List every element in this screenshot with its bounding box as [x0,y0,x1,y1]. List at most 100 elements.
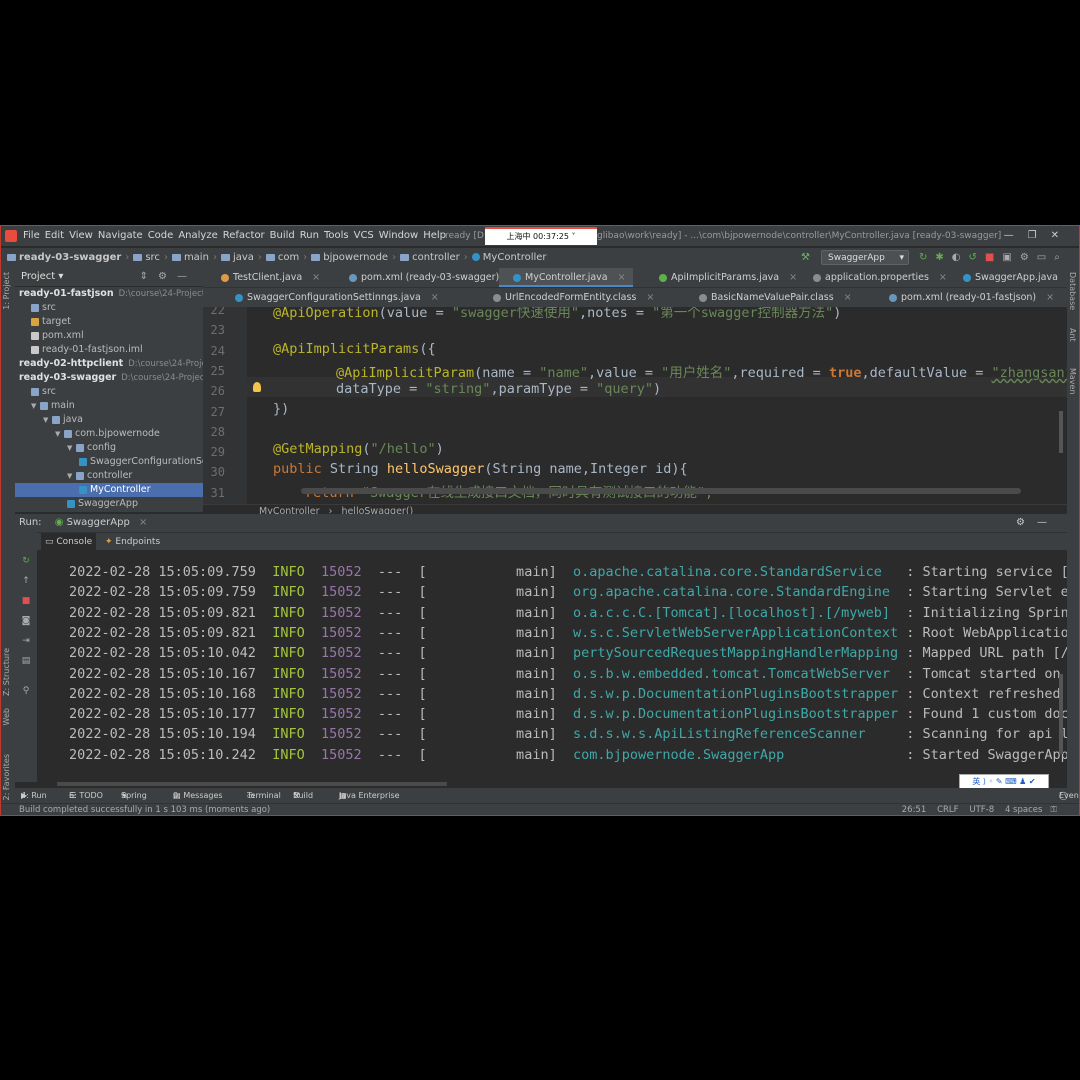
editor-tab[interactable]: SwaggerConfigurationSettinngs.java × [235,288,439,307]
breadcrumb-item[interactable]: bjpowernode [311,252,388,263]
close-tab-icon[interactable]: × [312,272,320,283]
status-message[interactable]: Build completed successfully in 1 s 103 … [19,805,270,815]
close-tab-icon[interactable]: × [844,292,852,303]
editor-vertical-scrollbar[interactable] [1059,411,1063,453]
editor-horizontal-scrollbar[interactable] [301,488,1021,494]
menu-item[interactable]: Run [300,230,319,241]
menu-item[interactable]: Code [148,230,174,241]
editor-tab[interactable]: application.properties × [799,268,947,287]
tree-item[interactable]: ▼ main [15,399,203,413]
expand-arrow-icon[interactable]: ▼ [55,427,64,441]
menu-item[interactable]: Analyze [178,230,217,241]
camera-icon[interactable]: ◙ [21,616,31,626]
menu-item[interactable]: File [23,230,40,241]
run-panel-controls[interactable]: ⚙— [1016,514,1059,532]
editor-tab[interactable]: MyController.java × [499,268,633,287]
tree-item[interactable]: src [15,301,203,315]
tree-item[interactable]: target [15,315,203,329]
tree-item[interactable]: pom.xml [15,329,203,343]
menu-item[interactable]: Help [423,230,446,241]
menu-item[interactable]: Edit [45,230,64,241]
breadcrumb-item[interactable]: main [171,252,209,263]
run-config-tab[interactable]: SwaggerApp [67,517,130,528]
tree-item[interactable]: MyController [15,483,203,497]
editor-tab[interactable]: pom.xml (ready-01-fastjson) × [889,288,1054,307]
up-icon[interactable]: ↑ [21,576,31,586]
close-tab-icon[interactable]: × [646,292,654,303]
run-config-select[interactable]: SwaggerApp ▾ [821,250,909,265]
editor-tab[interactable]: TestClient.java × [207,268,323,287]
tree-item[interactable]: ready-03-swagger D:\course\24-Project\ [15,371,203,385]
tree-item[interactable]: ▼ com.bjpowernode [15,427,203,441]
editor-tab[interactable]: SwaggerApp.java× [949,268,1067,287]
editor-tab[interactable]: UrlEncodedFormEntity.class × [493,288,654,307]
project-header-label[interactable]: Project [21,271,55,282]
breadcrumb-item[interactable]: ready-03-swagger [7,252,121,263]
expand-arrow-icon[interactable]: ▼ [31,399,40,413]
tool-web-label[interactable]: Web [2,708,11,725]
tree-item[interactable]: ready-01-fastjson D:\course\24-Project\0 [15,287,203,301]
toolbar-icons[interactable]: ↻✱◐↺■▣⚙▭⌕ [919,248,1068,268]
expand-arrow-icon[interactable]: ▼ [43,413,52,427]
breadcrumb-item[interactable]: java [220,252,254,263]
pin-icon[interactable]: ⚲ [21,686,31,696]
lock-icon[interactable]: ⚿ [1051,805,1057,815]
tab-endpoints[interactable]: ✦ Endpoints [101,533,164,551]
expand-arrow-icon[interactable]: ▼ [67,441,76,455]
tree-item[interactable]: ready-01-fastjson.iml [15,343,203,357]
tree-item[interactable]: SwaggerApp [15,497,203,511]
menu-item[interactable]: View [69,230,93,241]
tool-structure-label[interactable]: Z: Structure [2,648,11,696]
console-horizontal-scrollbar[interactable] [57,782,447,786]
project-panel-controls[interactable]: ⇕⚙— [140,268,197,286]
hammer-icon[interactable]: ⚒ [801,248,810,268]
window-controls[interactable]: —❐✕ [1004,226,1073,246]
file-encoding[interactable]: UTF-8 [969,805,994,815]
menu-item[interactable]: Refactor [223,230,265,241]
tree-item[interactable]: src [15,385,203,399]
close-tab-icon[interactable]: × [1046,292,1054,303]
breadcrumb-item[interactable]: controller [400,252,460,263]
tree-item[interactable]: ▼ config [15,441,203,455]
menu-item[interactable]: Tools [324,230,349,241]
editor-tab[interactable]: ApiImplicitParams.java × [645,268,797,287]
breadcrumb-item[interactable]: com [265,252,299,263]
menu-item[interactable]: Build [270,230,295,241]
close-tab-icon[interactable]: × [939,272,947,283]
layout-icon[interactable]: ▤ [21,656,31,666]
line-separator[interactable]: CRLF [937,805,958,815]
breadcrumb-item[interactable]: MyController [471,252,547,263]
editor-tab[interactable]: pom.xml (ready-03-swagger)× [335,268,517,287]
menu-item[interactable]: VCS [354,230,374,241]
exit-icon[interactable]: ⇥ [21,636,31,646]
close-tab-icon[interactable]: × [431,292,439,303]
tool-database-label[interactable]: Database [1068,272,1077,310]
ime-toolbar[interactable]: 英 ⟩ ◦ ✎ ⌨ ♟ ✔ [959,774,1049,789]
tool-project-label[interactable]: 1: Project [2,272,11,310]
tool-favorites-label[interactable]: 2: Favorites [2,754,11,800]
rerun-icon[interactable]: ↻ [21,556,31,566]
breadcrumb-item[interactable]: src [133,252,160,263]
tab-console[interactable]: ▭ Console [41,533,97,551]
close-icon[interactable]: × [139,517,147,528]
close-tab-icon[interactable]: × [789,272,797,283]
close-tab-icon[interactable]: × [618,272,626,283]
tree-item[interactable]: SwaggerConfigurationSe [15,455,203,469]
code-editor[interactable]: 22 23 24 25 26 27 28 29 30 31 @ApiOperation(value… [203,307,1067,504]
console-vertical-scrollbar[interactable] [1059,674,1063,754]
tree-item[interactable]: ▼ controller [15,469,203,483]
lightbulb-icon[interactable] [253,382,261,392]
indent-setting[interactable]: 4 spaces [1005,805,1042,815]
menu-item[interactable]: Window [379,230,418,241]
menu-item[interactable]: Navigate [98,230,143,241]
tree-item[interactable]: ▼ java [15,413,203,427]
console-output[interactable]: 2022-02-28 15:05:09.759 INFO 15052 --- [… [37,550,1067,786]
caret-position[interactable]: 26:51 [902,805,927,815]
tool-maven-label[interactable]: Maven [1068,368,1077,395]
stop-icon[interactable]: ■ [21,596,31,606]
tool-ant-label[interactable]: Ant [1068,328,1077,342]
editor-tab[interactable]: BasicNameValuePair.class × [699,288,852,307]
screen-recorder-badge[interactable]: 上海中 00:37:25 ˅ [485,227,597,245]
expand-arrow-icon[interactable]: ▼ [67,469,76,483]
tree-item[interactable]: ready-02-httpclient D:\course\24-Project\ [15,357,203,371]
